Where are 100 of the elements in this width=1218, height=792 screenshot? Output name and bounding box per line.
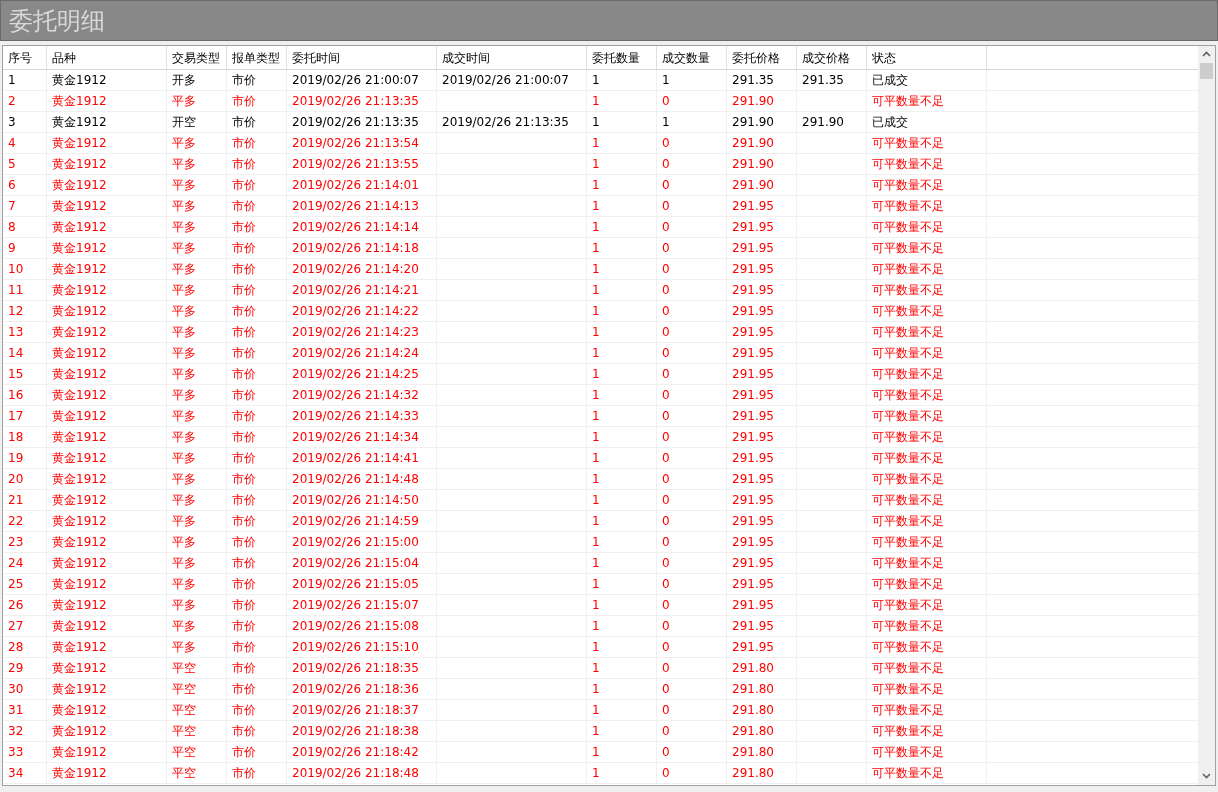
table-cell-text: 可平数量不足 [872,513,944,530]
table-row[interactable]: 7 黄金1912 平多 市价 2019/02/26 21:14:13 1 0 291.95 可平数量不足 [3,196,1198,217]
column-header[interactable]: 委托数量 [587,46,657,69]
table-row[interactable]: 26 黄金1912 平多 市价 2019/02/26 21:15:07 1 0 291.95 可平数量不足 [3,595,1198,616]
table-row[interactable]: 31 黄金1912 平空 市价 2019/02/26 21:18:37 1 0 291.80 可平数量不足 [3,700,1198,721]
table-cell-text: 市价 [232,429,256,446]
table-cell-text: 1 [8,72,16,89]
scroll-up-icon[interactable] [1202,51,1211,57]
table-row[interactable]: 32 黄金1912 平空 市价 2019/02/26 21:18:38 1 0 291.80 可平数量不足 [3,721,1198,742]
column-header[interactable]: 状态 [867,46,987,69]
table-row[interactable]: 30 黄金1912 平空 市价 2019/02/26 21:18:36 1 0 291.80 可平数量不足 [3,679,1198,700]
column-header[interactable]: 成交时间 [437,46,587,69]
table-row[interactable]: 8 黄金1912 平多 市价 2019/02/26 21:14:14 1 0 291.95 可平数量不足 [3,217,1198,238]
table-cell-text: 1 [592,513,600,530]
table-row[interactable]: 23 黄金1912 平多 市价 2019/02/26 21:15:00 1 0 291.95 可平数量不足 [3,532,1198,553]
table-cell-text: 平多 [172,366,196,383]
table-row[interactable]: 21 黄金1912 平多 市价 2019/02/26 21:14:50 1 0 291.95 可平数量不足 [3,490,1198,511]
table-cell-text: 291.95 [732,618,774,635]
column-header[interactable]: 交易类型 [167,46,227,69]
table-cell-text: 33 [8,744,24,761]
table-row[interactable]: 13 黄金1912 平多 市价 2019/02/26 21:14:23 1 0 291.95 可平数量不足 [3,322,1198,343]
table-cell-text: 0 [662,93,670,110]
table-row[interactable]: 17 黄金1912 平多 市价 2019/02/26 21:14:33 1 0 291.95 可平数量不足 [3,406,1198,427]
column-header[interactable]: 品种 [47,46,167,69]
table-row[interactable]: 20 黄金1912 平多 市价 2019/02/26 21:14:48 1 0 291.95 可平数量不足 [3,469,1198,490]
column-header[interactable]: 报单类型 [227,46,287,69]
table-cell-text: 市价 [232,450,256,467]
table-row[interactable]: 12 黄金1912 平多 市价 2019/02/26 21:14:22 1 0 291.95 可平数量不足 [3,301,1198,322]
table-row[interactable]: 25 黄金1912 平多 市价 2019/02/26 21:15:05 1 0 291.95 可平数量不足 [3,574,1198,595]
table-cell-text: 291.95 [732,534,774,551]
column-header[interactable]: 序号 [3,46,47,69]
table-cell-text: 2019/02/26 21:14:13 [292,198,419,215]
table-cell-text: 0 [662,282,670,299]
table-cell-text: 可平数量不足 [872,240,944,257]
table-cell-text: 2019/02/26 21:18:42 [292,744,419,761]
table-cell-text: 0 [662,177,670,194]
table-cell-text: 市价 [232,156,256,173]
table-cell-text: 291.80 [732,723,774,740]
scrollbar-thumb[interactable] [1200,63,1213,79]
table-cell-text: 黄金1912 [52,660,107,677]
table-cell-text: 22 [8,513,24,530]
table-cell-text: 可平数量不足 [872,93,944,110]
table-cell-text: 可平数量不足 [872,366,944,383]
table-cell-text: 开多 [172,72,196,89]
table-row[interactable]: 22 黄金1912 平多 市价 2019/02/26 21:14:59 1 0 291.95 可平数量不足 [3,511,1198,532]
table-cell-text: 1 [592,681,600,698]
table-row[interactable]: 24 黄金1912 平多 市价 2019/02/26 21:15:04 1 0 291.95 可平数量不足 [3,553,1198,574]
table-row[interactable]: 27 黄金1912 平多 市价 2019/02/26 21:15:08 1 0 291.95 可平数量不足 [3,616,1198,637]
table-cell-text: 1 [592,282,600,299]
table-cell-text: 2019/02/26 21:13:35 [292,93,419,110]
scroll-down-icon[interactable] [1202,773,1211,779]
table-row[interactable]: 2 黄金1912 平多 市价 2019/02/26 21:13:35 1 0 291.90 可平数量不足 [3,91,1198,112]
table-cell-text: 291.95 [732,198,774,215]
table-row[interactable]: 19 黄金1912 平多 市价 2019/02/26 21:14:41 1 0 291.95 可平数量不足 [3,448,1198,469]
table-row[interactable]: 10 黄金1912 平多 市价 2019/02/26 21:14:20 1 0 291.95 可平数量不足 [3,259,1198,280]
table-cell-text: 可平数量不足 [872,261,944,278]
column-header[interactable]: 委托时间 [287,46,437,69]
table-row[interactable]: 28 黄金1912 平多 市价 2019/02/26 21:15:10 1 0 291.95 可平数量不足 [3,637,1198,658]
table-row[interactable]: 11 黄金1912 平多 市价 2019/02/26 21:14:21 1 0 291.95 可平数量不足 [3,280,1198,301]
table-row[interactable]: 16 黄金1912 平多 市价 2019/02/26 21:14:32 1 0 291.95 可平数量不足 [3,385,1198,406]
table-cell-text: 1 [592,471,600,488]
table-cell-text: 市价 [232,345,256,362]
table-cell-text: 2019/02/26 21:15:04 [292,555,419,572]
table-cell-text: 1 [592,555,600,572]
table-cell-text: 31 [8,702,24,719]
table-cell-text: 0 [662,408,670,425]
table-cell-text: 市价 [232,555,256,572]
table-row[interactable]: 18 黄金1912 平多 市价 2019/02/26 21:14:34 1 0 291.95 可平数量不足 [3,427,1198,448]
table-row[interactable]: 1 黄金1912 开多 市价 2019/02/26 21:00:07 2019/02/26 21:00:07 1 1 291.35 291.35 已成交 [3,70,1198,91]
table-row[interactable]: 14 黄金1912 平多 市价 2019/02/26 21:14:24 1 0 291.95 可平数量不足 [3,343,1198,364]
table-row[interactable]: 33 黄金1912 平空 市价 2019/02/26 21:18:42 1 0 291.80 可平数量不足 [3,742,1198,763]
table-cell-text: 21 [8,492,24,509]
table-cell-text: 2019/02/26 21:14:18 [292,240,419,257]
table-cell-text: 平空 [172,744,196,761]
table-cell-text: 29 [8,660,24,677]
scrollbar[interactable] [1198,46,1215,785]
table-cell-text: 黄金1912 [52,450,107,467]
table-cell-text: 0 [662,723,670,740]
table-cell-text: 2019/02/26 21:15:07 [292,597,419,614]
table-cell-text: 0 [662,744,670,761]
table-cell-text: 1 [592,702,600,719]
table-cell-text: 可平数量不足 [872,765,944,782]
table-row[interactable]: 5 黄金1912 平多 市价 2019/02/26 21:13:55 1 0 291.90 可平数量不足 [3,154,1198,175]
table-cell-text: 黄金1912 [52,324,107,341]
table-cell-text: 平多 [172,219,196,236]
table-row[interactable]: 34 黄金1912 平空 市价 2019/02/26 21:18:48 1 0 291.80 可平数量不足 [3,763,1198,784]
table-row[interactable]: 15 黄金1912 平多 市价 2019/02/26 21:14:25 1 0 291.95 可平数量不足 [3,364,1198,385]
table-row[interactable]: 6 黄金1912 平多 市价 2019/02/26 21:14:01 1 0 291.90 可平数量不足 [3,175,1198,196]
table-cell-text: 可平数量不足 [872,387,944,404]
table-cell-text: 291.80 [732,660,774,677]
table-row[interactable]: 29 黄金1912 平空 市价 2019/02/26 21:18:35 1 0 291.80 可平数量不足 [3,658,1198,679]
table-cell-text: 黄金1912 [52,387,107,404]
column-header[interactable]: 成交数量 [657,46,727,69]
column-header[interactable]: 成交价格 [797,46,867,69]
table-row[interactable]: 4 黄金1912 平多 市价 2019/02/26 21:13:54 1 0 291.90 可平数量不足 [3,133,1198,154]
table-cell-text: 平多 [172,618,196,635]
table-cell-text: 0 [662,618,670,635]
column-header[interactable]: 委托价格 [727,46,797,69]
table-row[interactable]: 9 黄金1912 平多 市价 2019/02/26 21:14:18 1 0 291.95 可平数量不足 [3,238,1198,259]
table-row[interactable]: 3 黄金1912 开空 市价 2019/02/26 21:13:35 2019/02/26 21:13:35 1 1 291.90 291.90 已成交 [3,112,1198,133]
